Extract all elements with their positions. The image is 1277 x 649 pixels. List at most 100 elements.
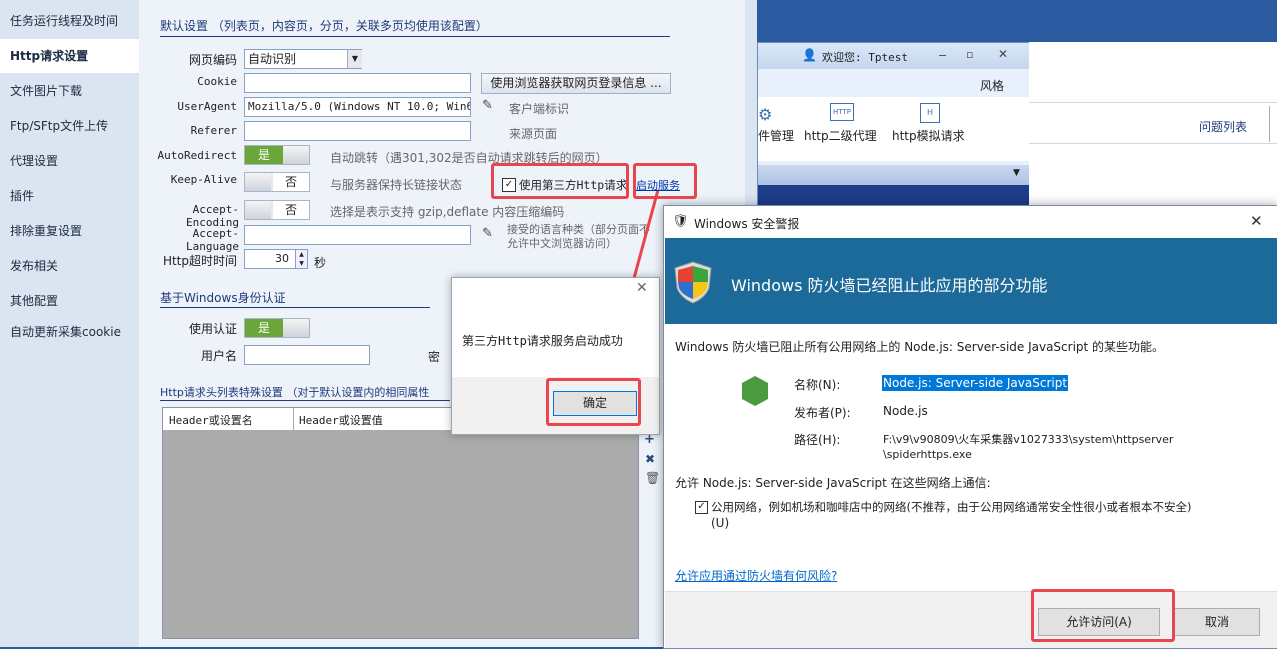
headers-table[interactable]: Header或设置名 Header或设置值 [162,407,639,639]
tool-http-simulate[interactable]: http模拟请求 [892,127,965,144]
cookie-input[interactable] [244,73,471,93]
style-menu[interactable]: 风格 [980,77,1004,94]
close-icon[interactable]: ✕ [998,47,1008,61]
dialog-message: 第三方Http请求服务启动成功 [462,334,623,348]
sidebar-item-file-download[interactable]: 文件图片下载 [0,74,139,108]
user-icon: 👤 [802,48,817,62]
chevron-down-icon[interactable]: ▼ [347,50,362,68]
referer-hint: 来源页面 [509,127,558,141]
timeout-input[interactable]: 30 [244,249,296,269]
allow-description: 允许 Node.js: Server-side JavaScript 在这些网络… [675,476,991,490]
bg-window-top [757,0,1277,42]
toggle-on-label: 是 [245,319,283,337]
highlight-allow [1031,589,1175,642]
username-label: 用户名 [200,349,237,363]
publisher-value: Node.js [883,404,928,418]
header-col-name: Header或设置名 [169,414,253,427]
cancel-button[interactable]: 取消 [1174,608,1260,636]
trash-icon[interactable]: 🗑 [645,471,660,485]
sidebar-item-dedupe[interactable]: 排除重复设置 [0,214,139,248]
stepper-icon[interactable]: ▲ ▼ [295,249,308,269]
accept-encoding-label: Accept-Encoding [186,203,239,229]
edit-icon[interactable]: ✎ [482,227,496,241]
tool-file-mgmt[interactable]: 件管理 [758,127,794,144]
windows-shield-icon [674,261,712,304]
edit-icon[interactable]: ✎ [482,99,496,113]
sidebar-item-other[interactable]: 其他配置 [0,284,139,318]
minimize-icon[interactable]: − [938,49,947,62]
shield-small-icon: 🛡 [672,214,689,229]
delete-icon[interactable]: ✖ [645,452,655,466]
close-icon[interactable]: ✕ [1250,212,1263,230]
block-description: Windows 防火墙已阻止所有公用网络上的 Node.js: Server-s… [675,340,1165,354]
sidebar-item-publish[interactable]: 发布相关 [0,249,139,283]
toggle-off-label: 否 [273,201,309,219]
sidebar-item-auto-cookie[interactable]: 自动更新采集cookie [0,315,139,349]
divider [160,400,450,401]
bg-app-window: 👤 欢迎您: Tptest − ▫ ✕ 风格 ⚙ 件管理 HTTP http二级… [757,42,1031,207]
sidebar: 任务运行线程及时间 Http请求设置 文件图片下载 Ftp/SFtp文件上传 代… [0,0,140,647]
get-browser-login-button[interactable]: 使用浏览器获取网页登录信息 ... [481,73,671,94]
username-input[interactable] [244,345,370,365]
tab-issue-list[interactable]: 问题列表 [1199,118,1247,135]
bg-right-area: 问题列表 [1029,42,1277,205]
timeout-label: Http超时时间 [162,254,237,268]
public-network-checkbox[interactable]: ✓ [695,501,708,514]
divider [160,307,430,308]
cookie-label: Cookie [197,75,237,88]
restore-icon[interactable]: ▫ [966,48,973,61]
chevron-down-icon[interactable]: ▼ [1013,168,1020,178]
public-network-label[interactable]: 公用网络，例如机场和咖啡店中的网络(不推荐，由于公用网络通常安全性很小或者根本不… [711,499,1191,515]
bg-dark-area [758,185,1030,205]
highlight-checkbox [491,163,629,199]
password-label: 密 [428,350,441,364]
highlight-ok [546,378,641,426]
tool-http-proxy[interactable]: http二级代理 [804,127,877,144]
http-sim-icon: H [920,103,940,123]
keepalive-hint: 与服务器保持长链接状态 [330,178,463,192]
accept-language-input[interactable] [244,225,471,245]
sidebar-item-task-threads[interactable]: 任务运行线程及时间 [0,4,139,38]
referer-input[interactable] [244,121,471,141]
encoding-select[interactable]: 自动识别 [244,49,362,69]
close-icon[interactable]: ✕ [636,280,648,296]
referer-label: Referer [190,124,237,137]
toolbar: ⚙ 件管理 HTTP http二级代理 H http模拟请求 [758,97,1030,161]
keepalive-toggle[interactable]: 否 [244,172,310,192]
use-auth-toggle[interactable]: 是 [244,318,310,338]
divider [160,36,670,37]
banner-text: Windows 防火墙已经阻止此应用的部分功能 [731,276,1048,295]
autoredirect-label: AutoRedirect [157,149,237,162]
keepalive-label: Keep-Alive [170,173,237,186]
use-auth-label: 使用认证 [188,322,237,336]
toggle-on-label: 是 [245,146,283,164]
sidebar-item-proxy[interactable]: 代理设置 [0,144,139,178]
bg-titlebar: 👤 欢迎您: Tptest − ▫ ✕ [758,43,1030,69]
toggle-off-label: 否 [273,173,309,191]
autoredirect-toggle[interactable]: 是 [244,145,310,165]
useragent-input[interactable]: Mozilla/5.0 (Windows NT 10.0; Win64; [244,97,471,117]
sidebar-item-ftp-upload[interactable]: Ftp/SFtp文件上传 [0,109,139,143]
gear-icon: ⚙ [758,105,773,124]
auth-section-title: 基于Windows身份认证 [160,291,286,305]
sidebar-item-plugins[interactable]: 插件 [0,179,139,213]
http-icon: HTTP [830,103,854,121]
firewall-risk-link[interactable]: 允许应用通过防火墙有何风险? [675,567,837,584]
encoding-value: 自动识别 [248,52,297,66]
default-settings-title: 默认设置 （列表页，内容页，分页，关联多页均使用该配置） [160,19,488,33]
warning-banner: Windows 防火墙已经阻止此应用的部分功能 [665,238,1277,324]
highlight-start-service [633,163,697,199]
welcome-text: 欢迎您: Tptest [822,51,908,64]
useragent-hint: 客户端标识 [509,102,570,116]
headers-section-title: Http请求头列表特殊设置 （对于默认设置内的相同属性 [160,386,430,399]
nodejs-icon [742,376,768,406]
timeout-unit: 秒 [314,256,327,270]
useragent-label: UserAgent [177,100,237,113]
accept-encoding-hint: 选择是表示支持 gzip,deflate 内容压缩编码 [330,205,565,219]
name-label: 名称(N): [794,378,841,392]
accept-encoding-toggle[interactable]: 否 [244,200,310,220]
app-name-value: Node.js: Server-side JavaScript [882,375,1069,391]
sidebar-item-http-settings[interactable]: Http请求设置 [0,39,139,73]
encoding-label: 网页编码 [188,53,237,67]
public-network-shortcut: (U) [711,516,730,530]
